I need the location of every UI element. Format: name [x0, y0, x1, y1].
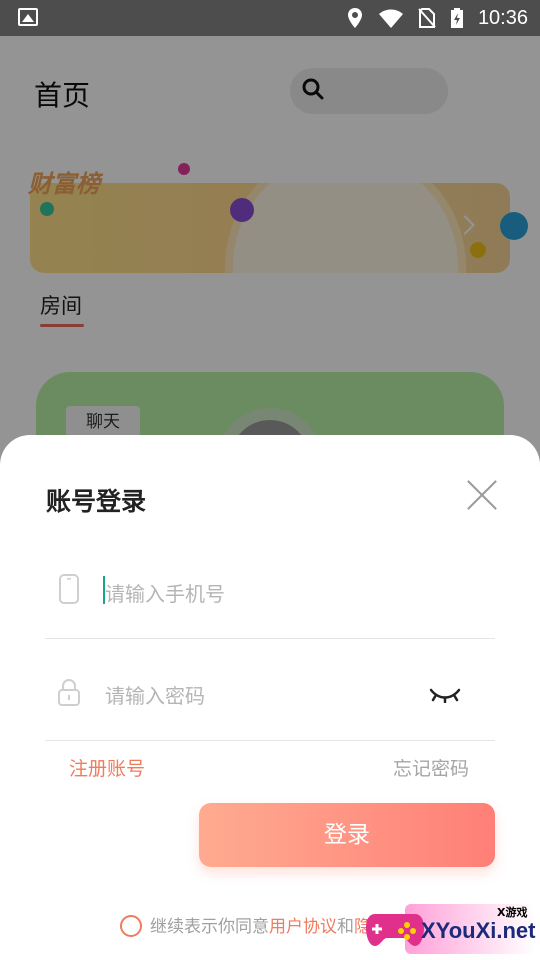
eye-closed-icon[interactable] — [429, 687, 461, 703]
agreement-prefix: 继续表示你同意 — [150, 917, 269, 937]
agreement-checkbox[interactable] — [120, 915, 142, 937]
watermark-text: XYouXi.net — [421, 918, 536, 943]
sheet-title: 账号登录 — [46, 487, 147, 516]
agreement-and: 和 — [337, 917, 354, 937]
forgot-password-link[interactable]: 忘记密码 — [393, 754, 469, 781]
agreement-row: 继续表示你同意用户协议和隐 — [120, 912, 371, 937]
battery-charging-icon — [450, 8, 463, 28]
register-link[interactable]: 注册账号 — [69, 754, 145, 781]
phone-icon — [59, 574, 79, 604]
status-bar: 10:36 — [0, 0, 540, 36]
password-input[interactable]: 请输入密码 — [105, 680, 205, 709]
image-icon — [18, 8, 38, 26]
gamepad-icon — [366, 914, 424, 946]
watermark-small-text: X游戏 — [497, 906, 528, 919]
user-agreement-link[interactable]: 用户协议 — [269, 917, 337, 937]
phone-field[interactable]: 请输入手机号 — [45, 538, 495, 639]
clock: 10:36 — [477, 6, 528, 29]
lock-icon — [58, 679, 80, 706]
wifi-icon — [378, 9, 403, 28]
login-button[interactable]: 登录 — [199, 803, 495, 867]
watermark: XYouXi.net X游戏 — [365, 900, 540, 960]
phone-input[interactable]: 请输入手机号 — [105, 578, 225, 607]
no-sim-icon — [418, 8, 436, 28]
login-sheet: 账号登录 请输入手机号 请输入密码 注册账号 忘记密码 登录 继续表示你同意用户… — [0, 435, 540, 960]
password-field[interactable]: 请输入密码 — [45, 640, 495, 741]
location-icon — [347, 8, 362, 28]
close-icon[interactable] — [466, 479, 498, 511]
